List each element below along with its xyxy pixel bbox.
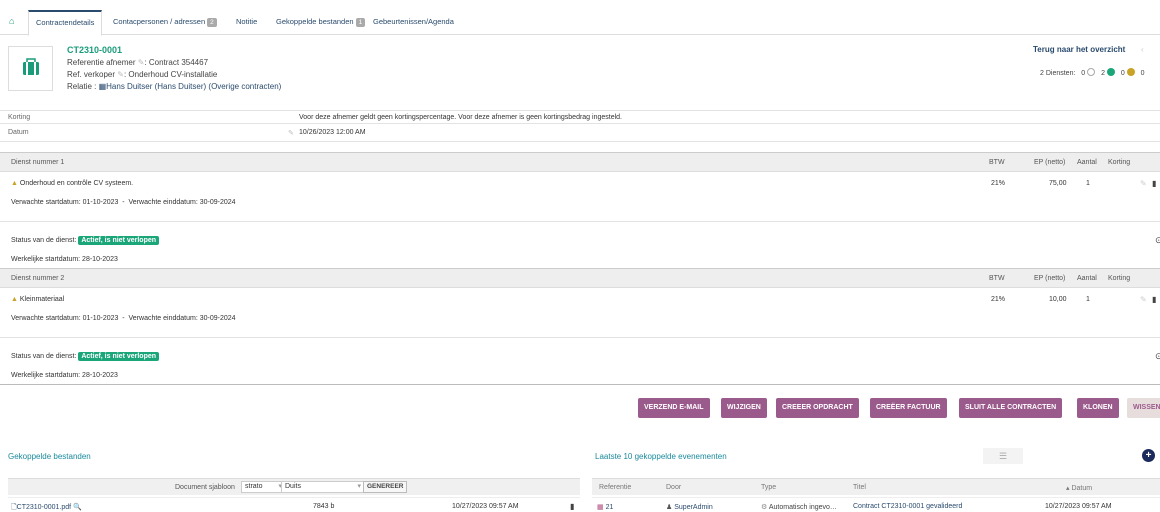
files-title: Gekoppelde bestanden <box>8 452 91 461</box>
event-type: ⚙ Automatisch ingevo… <box>761 504 837 511</box>
sort-datum-header[interactable]: ▴ Datum <box>1066 484 1092 492</box>
clone-button[interactable]: KLONEN <box>1077 398 1119 418</box>
create-order-button[interactable]: CREEER OPDRACHT <box>776 398 859 418</box>
tab-gekoppelde-bestanden[interactable]: Gekoppelde bestanden 1 <box>276 12 366 36</box>
events-title: Laatste 10 gekoppelde evenementen <box>595 452 727 461</box>
trash-icon[interactable]: ▮ <box>570 502 574 511</box>
event-row: ▦ 21 ♟ SuperAdmin ⚙ Automatisch ingevo… … <box>592 497 1160 512</box>
home-icon[interactable]: ⌂ <box>9 11 14 35</box>
preview-icon[interactable]: 🔍 <box>73 504 82 511</box>
divider <box>0 384 1160 385</box>
files-toolbar: Document sjabloon strato▾ Duits▾ GENEREE… <box>8 478 580 495</box>
service-status: Status van de dienst: Actief, is niet ve… <box>11 352 160 361</box>
event-title-link[interactable]: Contract CT2310-0001 gevalideerd <box>853 503 962 510</box>
overige-contracten-link[interactable]: (Overige contracten) <box>208 82 281 91</box>
edit-button[interactable]: WIJZIGEN <box>721 398 767 418</box>
tab-bar: ⌂ Contractendetails Contacpersonen / adr… <box>0 0 1160 36</box>
circle-empty-icon <box>1087 68 1096 76</box>
service-line: ▲ Onderhoud en contrôle CV systeem. <box>11 180 134 187</box>
language-select[interactable]: Duits ▾ <box>281 481 365 493</box>
contract-id: CT2310-0001 <box>67 45 123 55</box>
status-badge: Actief, is niet verlopen <box>78 236 160 245</box>
count-badge: 1 <box>355 18 366 27</box>
send-email-button[interactable]: VERZEND E-MAIL <box>638 398 710 418</box>
template-select[interactable]: strato▾ <box>241 481 286 493</box>
generate-button[interactable]: GENEREER <box>363 481 408 493</box>
file-row: 🗋CT2310-0001.pdf 🔍 7843 b 10/27/2023 09:… <box>8 497 580 512</box>
relatie: Relatie : ▦Hans Duitser (Hans Duitser) (… <box>67 82 282 91</box>
status-badge: Actief, is niet verlopen <box>78 352 160 361</box>
circle-green-icon <box>1106 68 1115 76</box>
events-header: Referentie Door Type Titel ▴ Datum <box>592 478 1160 495</box>
circle-yellow-icon <box>1126 68 1135 76</box>
create-invoice-button[interactable]: CREËER FACTUUR <box>870 398 947 418</box>
user-icon: ♟ <box>666 504 673 511</box>
back-to-overview-link[interactable]: Terug naar het overzicht <box>1033 45 1125 54</box>
ref-verkoper: Ref. verkoper ✎: Onderhoud CV-installati… <box>67 70 218 79</box>
tab-notitie[interactable]: Notitie <box>236 12 257 36</box>
service-header: Dienst nummer 2 BTW EP (netto) Aantal Ko… <box>0 268 1160 288</box>
calendar-icon: ▦ <box>597 504 604 511</box>
event-ref-link[interactable]: ▦ 21 <box>597 503 613 511</box>
pencil-icon[interactable]: ✎ <box>117 70 124 79</box>
trash-icon[interactable]: ▮ <box>1152 295 1156 304</box>
file-link[interactable]: 🗋CT2310-0001.pdf 🔍 <box>11 503 82 512</box>
datum-row: Datum ✎ 10/26/2023 12:00 AM <box>0 125 1160 142</box>
briefcase-icon <box>23 58 39 75</box>
tab-contractendetails[interactable]: Contractendetails <box>28 10 103 36</box>
service-header: Dienst nummer 1 BTW EP (netto) Aantal Ko… <box>0 152 1160 172</box>
close-all-contracts-button[interactable]: SLUIT ALLE CONTRACTEN <box>959 398 1063 418</box>
pencil-icon[interactable]: ✎ <box>1140 295 1147 304</box>
delete-button[interactable]: WISSEN <box>1127 398 1160 418</box>
tab-contactpersonen[interactable]: Contacpersonen / adressen 2 <box>113 12 217 36</box>
tab-gebeurtenissen[interactable]: Gebeurtenissen/Agenda <box>373 12 454 36</box>
divider <box>0 337 1160 338</box>
trash-icon[interactable]: ▮ <box>1152 179 1156 188</box>
settings-icon[interactable]: ⊙ <box>1155 235 1160 246</box>
service-line: ▲ Kleinmateriaal <box>11 296 65 303</box>
relatie-link[interactable]: Hans Duitser (Hans Duitser) <box>106 82 206 91</box>
contract-logo <box>8 46 53 91</box>
prev-arrow-icon[interactable]: ‹ <box>1141 45 1144 54</box>
ref-afnemer: Referentie afnemer ✎: Contract 354467 <box>67 58 209 67</box>
pencil-icon[interactable]: ✎ <box>1140 179 1147 188</box>
add-event-icon[interactable]: + <box>1142 449 1155 462</box>
box-icon: ▲ <box>11 296 18 303</box>
pencil-icon[interactable]: ✎ <box>288 129 294 137</box>
list-view-icon[interactable]: ☰ <box>983 448 1023 464</box>
divider <box>0 221 1160 222</box>
box-icon: ▲ <box>11 180 18 187</box>
settings-icon[interactable]: ⊙ <box>1155 351 1160 362</box>
gear-icon: ⚙ <box>761 504 768 511</box>
count-badge: 2 <box>207 18 217 27</box>
korting-row: Korting Voor deze afnemer geldt geen kor… <box>0 110 1160 124</box>
diensten-summary: 2 Diensten: 0 2 0 0 <box>1040 68 1145 77</box>
service-status: Status van de dienst: Actief, is niet ve… <box>11 236 160 245</box>
user-link[interactable]: ♟ SuperAdmin <box>666 503 713 511</box>
